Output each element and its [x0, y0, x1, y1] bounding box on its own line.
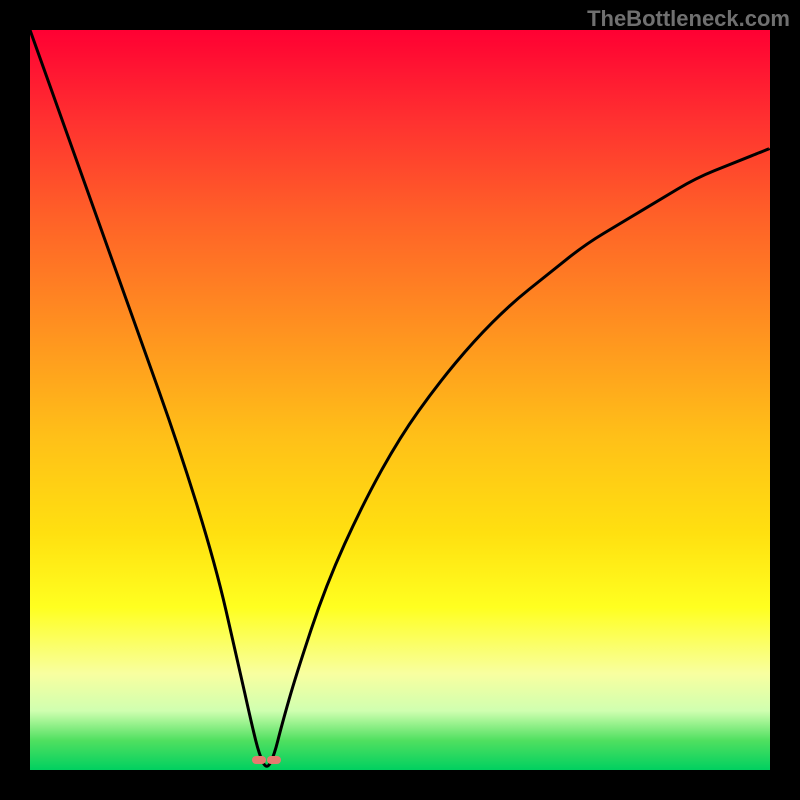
curve-path	[30, 30, 770, 766]
min-marker-b	[267, 756, 281, 764]
watermark-text: TheBottleneck.com	[587, 6, 790, 32]
bottleneck-curve	[30, 30, 770, 770]
min-marker-a	[252, 756, 266, 764]
plot-area	[30, 30, 770, 770]
chart-frame: TheBottleneck.com	[0, 0, 800, 800]
